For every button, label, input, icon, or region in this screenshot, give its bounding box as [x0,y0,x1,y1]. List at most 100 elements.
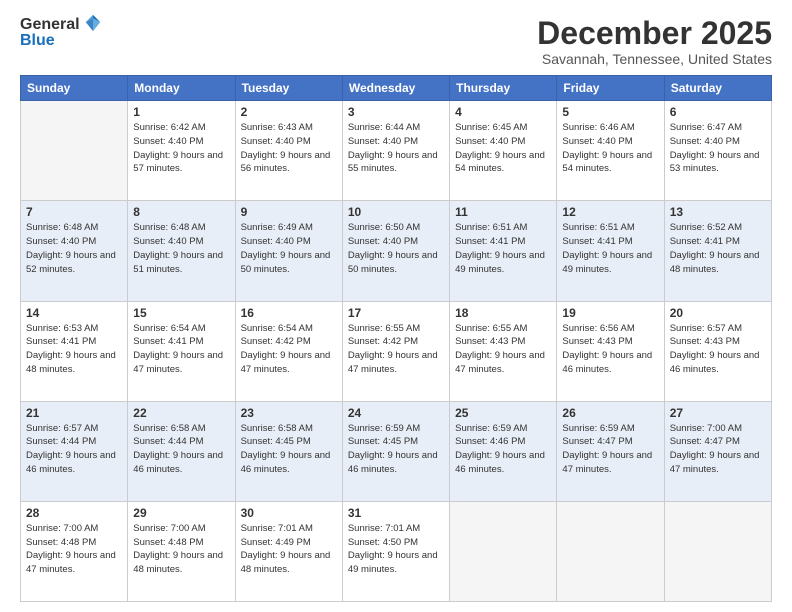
day-number: 15 [133,306,229,320]
day-info: Sunrise: 6:54 AMSunset: 4:42 PMDaylight:… [241,322,337,377]
logo-blue-text: Blue [20,32,55,50]
table-row: 18 Sunrise: 6:55 AMSunset: 4:43 PMDayligh… [450,301,557,401]
day-number: 20 [670,306,766,320]
table-row: 15 Sunrise: 6:54 AMSunset: 4:41 PMDayligh… [128,301,235,401]
day-info: Sunrise: 6:57 AMSunset: 4:44 PMDaylight:… [26,422,122,477]
table-row: 4 Sunrise: 6:45 AMSunset: 4:40 PMDaylight… [450,101,557,201]
day-info: Sunrise: 6:58 AMSunset: 4:45 PMDaylight:… [241,422,337,477]
day-info: Sunrise: 6:46 AMSunset: 4:40 PMDaylight:… [562,121,658,176]
day-info: Sunrise: 6:52 AMSunset: 4:41 PMDaylight:… [670,221,766,276]
title-block: December 2025 Savannah, Tennessee, Unite… [537,16,772,67]
day-info: Sunrise: 6:50 AMSunset: 4:40 PMDaylight:… [348,221,444,276]
table-row: 16 Sunrise: 6:54 AMSunset: 4:42 PMDayligh… [235,301,342,401]
logo-icon [82,13,104,33]
location: Savannah, Tennessee, United States [537,51,772,67]
day-number: 11 [455,205,551,219]
table-row: 11 Sunrise: 6:51 AMSunset: 4:41 PMDayligh… [450,201,557,301]
week-row-1: 7Sunrise: 6:48 AMSunset: 4:40 PMDaylight… [21,201,772,301]
table-row: 17 Sunrise: 6:55 AMSunset: 4:42 PMDayligh… [342,301,449,401]
day-number: 25 [455,406,551,420]
day-number: 23 [241,406,337,420]
day-number: 12 [562,205,658,219]
table-row: 12 Sunrise: 6:51 AMSunset: 4:41 PMDayligh… [557,201,664,301]
table-row: 10 Sunrise: 6:50 AMSunset: 4:40 PMDayligh… [342,201,449,301]
day-number: 14 [26,306,122,320]
table-row: 31 Sunrise: 7:01 AMSunset: 4:50 PMDayligh… [342,501,449,601]
day-info: Sunrise: 6:48 AMSunset: 4:40 PMDaylight:… [26,221,122,276]
day-info: Sunrise: 6:42 AMSunset: 4:40 PMDaylight:… [133,121,229,176]
day-info: Sunrise: 6:51 AMSunset: 4:41 PMDaylight:… [455,221,551,276]
weekday-monday: Monday [128,76,235,101]
day-number: 5 [562,105,658,119]
day-info: Sunrise: 6:45 AMSunset: 4:40 PMDaylight:… [455,121,551,176]
day-number: 16 [241,306,337,320]
weekday-header-row: Sunday Monday Tuesday Wednesday Thursday… [21,76,772,101]
day-info: Sunrise: 6:51 AMSunset: 4:41 PMDaylight:… [562,221,658,276]
month-title: December 2025 [537,16,772,51]
day-info: Sunrise: 7:00 AMSunset: 4:47 PMDaylight:… [670,422,766,477]
day-number: 4 [455,105,551,119]
day-info: Sunrise: 6:49 AMSunset: 4:40 PMDaylight:… [241,221,337,276]
day-info: Sunrise: 6:55 AMSunset: 4:43 PMDaylight:… [455,322,551,377]
table-row: 8 Sunrise: 6:48 AMSunset: 4:40 PMDaylight… [128,201,235,301]
table-row: 21 Sunrise: 6:57 AMSunset: 4:44 PMDayligh… [21,401,128,501]
table-row: 9Sunrise: 6:49 AMSunset: 4:40 PMDaylight… [235,201,342,301]
page: General Blue December 2025 Savannah, Ten… [0,0,792,612]
day-info: Sunrise: 6:57 AMSunset: 4:43 PMDaylight:… [670,322,766,377]
day-number: 6 [670,105,766,119]
day-number: 28 [26,506,122,520]
day-number: 13 [670,205,766,219]
table-row: 30 Sunrise: 7:01 AMSunset: 4:49 PMDayligh… [235,501,342,601]
table-row [21,101,128,201]
day-info: Sunrise: 7:01 AMSunset: 4:49 PMDaylight:… [241,522,337,577]
weekday-sunday: Sunday [21,76,128,101]
day-info: Sunrise: 6:55 AMSunset: 4:42 PMDaylight:… [348,322,444,377]
table-row: 25 Sunrise: 6:59 AMSunset: 4:46 PMDayligh… [450,401,557,501]
table-row [450,501,557,601]
day-number: 10 [348,205,444,219]
day-number: 24 [348,406,444,420]
table-row: 1Sunrise: 6:42 AMSunset: 4:40 PMDaylight… [128,101,235,201]
table-row: 6 Sunrise: 6:47 AMSunset: 4:40 PMDaylight… [664,101,771,201]
day-number: 3 [348,105,444,119]
table-row: 24 Sunrise: 6:59 AMSunset: 4:45 PMDayligh… [342,401,449,501]
day-number: 17 [348,306,444,320]
table-row: 14Sunrise: 6:53 AMSunset: 4:41 PMDayligh… [21,301,128,401]
weekday-wednesday: Wednesday [342,76,449,101]
day-number: 21 [26,406,122,420]
week-row-2: 14Sunrise: 6:53 AMSunset: 4:41 PMDayligh… [21,301,772,401]
day-number: 30 [241,506,337,520]
day-number: 31 [348,506,444,520]
table-row: 5 Sunrise: 6:46 AMSunset: 4:40 PMDaylight… [557,101,664,201]
day-info: Sunrise: 6:58 AMSunset: 4:44 PMDaylight:… [133,422,229,477]
weekday-thursday: Thursday [450,76,557,101]
table-row: 28 Sunrise: 7:00 AMSunset: 4:48 PMDayligh… [21,501,128,601]
day-number: 19 [562,306,658,320]
logo: General Blue [20,16,104,50]
day-info: Sunrise: 6:59 AMSunset: 4:47 PMDaylight:… [562,422,658,477]
day-info: Sunrise: 6:47 AMSunset: 4:40 PMDaylight:… [670,121,766,176]
day-info: Sunrise: 6:48 AMSunset: 4:40 PMDaylight:… [133,221,229,276]
day-number: 8 [133,205,229,219]
table-row: 27 Sunrise: 7:00 AMSunset: 4:47 PMDayligh… [664,401,771,501]
week-row-0: 1Sunrise: 6:42 AMSunset: 4:40 PMDaylight… [21,101,772,201]
table-row: 2Sunrise: 6:43 AMSunset: 4:40 PMDaylight… [235,101,342,201]
table-row: 7Sunrise: 6:48 AMSunset: 4:40 PMDaylight… [21,201,128,301]
day-info: Sunrise: 6:54 AMSunset: 4:41 PMDaylight:… [133,322,229,377]
table-row: 13 Sunrise: 6:52 AMSunset: 4:41 PMDayligh… [664,201,771,301]
day-info: Sunrise: 7:00 AMSunset: 4:48 PMDaylight:… [133,522,229,577]
day-info: Sunrise: 7:00 AMSunset: 4:48 PMDaylight:… [26,522,122,577]
table-row [664,501,771,601]
day-info: Sunrise: 6:44 AMSunset: 4:40 PMDaylight:… [348,121,444,176]
table-row: 3 Sunrise: 6:44 AMSunset: 4:40 PMDaylight… [342,101,449,201]
day-info: Sunrise: 7:01 AMSunset: 4:50 PMDaylight:… [348,522,444,577]
day-info: Sunrise: 6:59 AMSunset: 4:46 PMDaylight:… [455,422,551,477]
day-info: Sunrise: 6:59 AMSunset: 4:45 PMDaylight:… [348,422,444,477]
day-number: 18 [455,306,551,320]
table-row: 29 Sunrise: 7:00 AMSunset: 4:48 PMDayligh… [128,501,235,601]
weekday-friday: Friday [557,76,664,101]
day-number: 27 [670,406,766,420]
table-row: 19Sunrise: 6:56 AMSunset: 4:43 PMDayligh… [557,301,664,401]
week-row-4: 28 Sunrise: 7:00 AMSunset: 4:48 PMDayligh… [21,501,772,601]
day-number: 29 [133,506,229,520]
